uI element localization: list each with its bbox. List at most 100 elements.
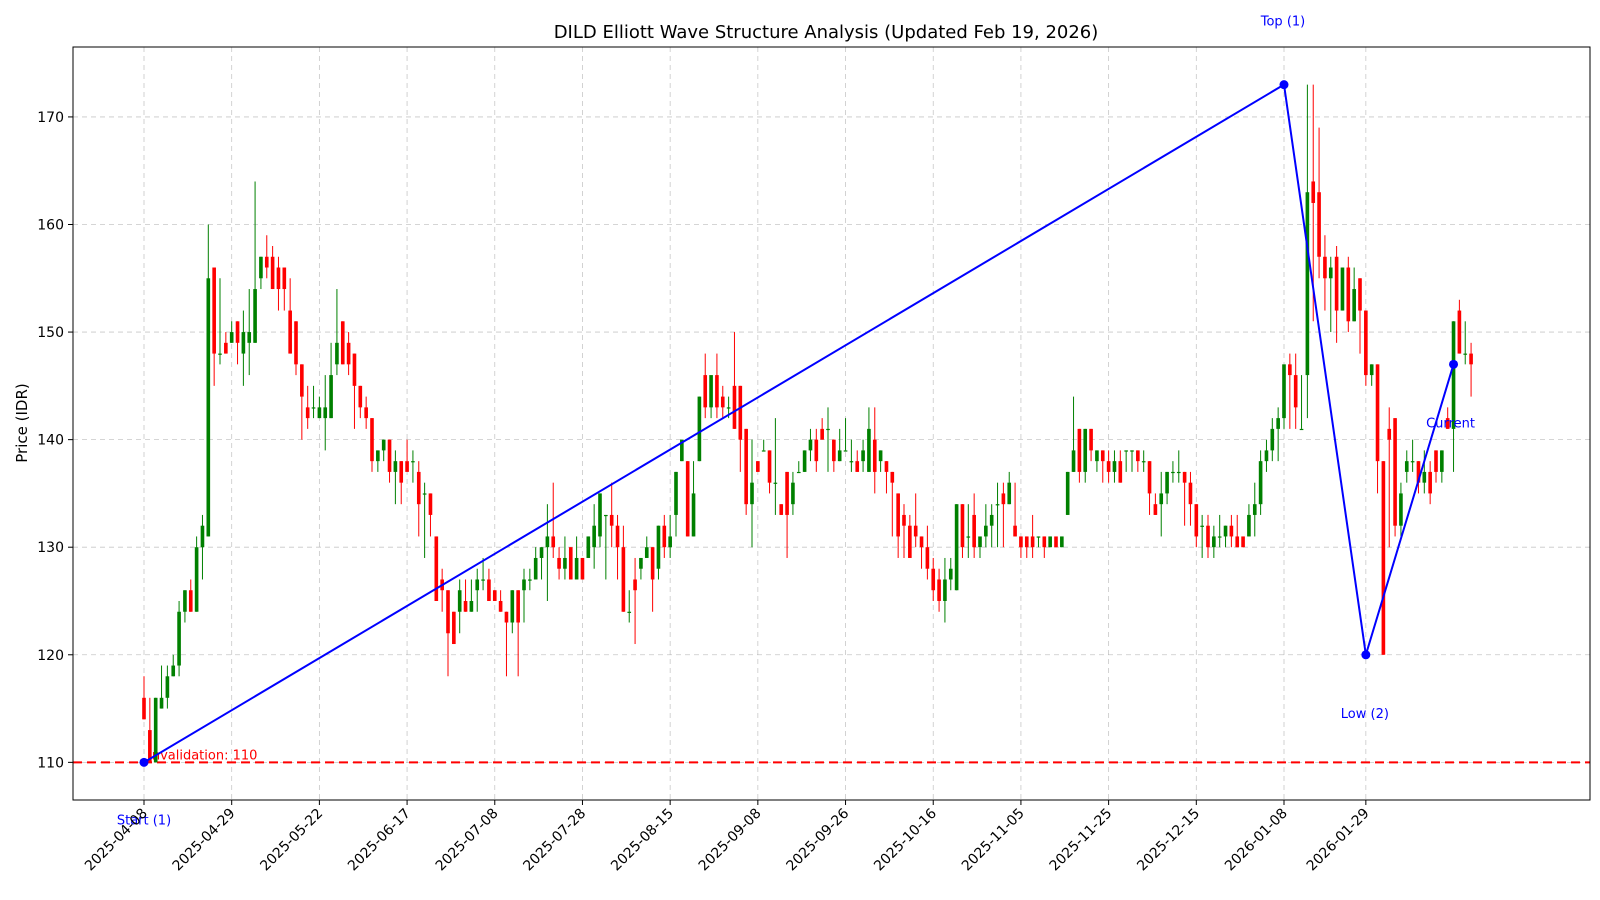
candle-body bbox=[1206, 525, 1210, 548]
candle-body bbox=[340, 321, 345, 365]
candle-body bbox=[1358, 278, 1362, 311]
candle-body bbox=[843, 450, 848, 452]
candle-body bbox=[732, 385, 737, 429]
candle-body bbox=[1451, 321, 1456, 429]
candle-body bbox=[235, 321, 240, 343]
wave-label: Top (1) bbox=[1260, 15, 1305, 30]
candle-body bbox=[510, 590, 515, 623]
candle-body bbox=[551, 536, 556, 548]
candle-body bbox=[627, 611, 632, 613]
candle-body bbox=[960, 504, 965, 548]
candle-body bbox=[761, 450, 766, 452]
candle-body bbox=[908, 525, 912, 558]
candle-body bbox=[434, 536, 439, 601]
candle-body bbox=[598, 493, 602, 537]
candle-body bbox=[165, 676, 170, 698]
candle-body bbox=[1182, 471, 1187, 483]
candle-body bbox=[1457, 310, 1462, 354]
plot-frame bbox=[72, 46, 1591, 801]
candle-body bbox=[352, 353, 357, 386]
elliott-wave-chart: DILD Elliott Wave Structure Analysis (Up… bbox=[13, 15, 1591, 875]
candle-body bbox=[1381, 461, 1386, 655]
candle-body bbox=[1159, 493, 1164, 505]
candle-body bbox=[376, 450, 380, 462]
candle-body bbox=[902, 514, 906, 526]
candle-body bbox=[422, 493, 427, 495]
candle-body bbox=[539, 547, 544, 558]
candle-body bbox=[206, 278, 211, 537]
candle-body bbox=[387, 439, 392, 472]
candle-body bbox=[399, 461, 404, 483]
candle-body bbox=[1130, 450, 1134, 452]
candle-body bbox=[1469, 353, 1473, 365]
candle-body bbox=[1024, 536, 1029, 548]
candle-body bbox=[715, 375, 719, 408]
candle-body bbox=[966, 536, 971, 538]
x-tick-label: 2025-09-26 bbox=[784, 805, 853, 874]
candle-body bbox=[153, 697, 158, 763]
candle-body bbox=[1264, 450, 1269, 462]
candle-body bbox=[1048, 536, 1052, 548]
candle-body bbox=[1100, 450, 1105, 462]
x-tick-label: 2025-11-25 bbox=[1047, 806, 1116, 875]
x-tick-label: 2025-07-28 bbox=[520, 806, 589, 875]
candle-body bbox=[1247, 514, 1251, 537]
candle-body bbox=[639, 557, 643, 569]
candle-body bbox=[253, 289, 257, 343]
candle-body bbox=[545, 536, 550, 548]
candle-body bbox=[498, 600, 503, 612]
candle-body bbox=[820, 428, 824, 440]
x-tick-label: 2025-12-15 bbox=[1134, 806, 1203, 875]
candle-body bbox=[329, 375, 333, 419]
candle-body bbox=[1165, 471, 1169, 494]
candle-body bbox=[264, 256, 269, 268]
candle-body bbox=[1141, 461, 1146, 463]
candle-body bbox=[1229, 525, 1234, 537]
wave-label: Current bbox=[1426, 416, 1475, 431]
x-tick-label: 2025-08-15 bbox=[608, 806, 677, 875]
candle-body bbox=[1171, 471, 1175, 474]
candle-body bbox=[604, 514, 608, 517]
candle-body bbox=[159, 697, 164, 709]
candle-body bbox=[1346, 267, 1351, 322]
candle-body bbox=[300, 364, 304, 397]
candle-body bbox=[224, 342, 228, 354]
wave-point bbox=[139, 757, 149, 767]
candle-body bbox=[528, 579, 532, 581]
candle-body bbox=[142, 697, 146, 720]
candle-body bbox=[750, 482, 754, 505]
candle-body bbox=[1282, 364, 1286, 419]
candle-body bbox=[1089, 428, 1093, 451]
candle-body bbox=[1299, 428, 1304, 431]
chart-title: DILD Elliott Wave Structure Analysis (Up… bbox=[554, 22, 1099, 43]
candle-body bbox=[358, 385, 363, 408]
candle-body bbox=[563, 557, 567, 569]
candle-body bbox=[171, 665, 176, 677]
wave-labels: Start (1)Top (1)Low (2)Current bbox=[117, 15, 1475, 829]
x-tick-label: 2025-06-17 bbox=[345, 806, 414, 875]
y-tick-label: 150 bbox=[37, 325, 64, 341]
x-tick-label: 2025-05-22 bbox=[257, 806, 326, 875]
candle-body bbox=[370, 418, 374, 462]
x-tick-label: 2025-11-05 bbox=[959, 806, 1028, 875]
candle-body bbox=[785, 471, 789, 515]
candle-body bbox=[674, 471, 678, 515]
candle-body bbox=[475, 579, 480, 591]
candle-body bbox=[796, 471, 801, 474]
candle-body bbox=[405, 461, 409, 472]
candle-body bbox=[1042, 536, 1047, 548]
candle-body bbox=[580, 557, 585, 580]
candle-body bbox=[241, 332, 246, 354]
candle-body bbox=[276, 267, 281, 290]
candle-body bbox=[218, 353, 222, 355]
candlesticks bbox=[142, 84, 1473, 763]
candle-body bbox=[937, 579, 941, 601]
candle-body bbox=[457, 590, 462, 612]
x-tick-label: 2025-10-16 bbox=[871, 805, 940, 874]
candle-body bbox=[1112, 461, 1117, 472]
candle-body bbox=[194, 547, 199, 612]
candle-body bbox=[200, 525, 205, 548]
candle-body bbox=[533, 557, 538, 580]
candle-body bbox=[802, 450, 807, 472]
candle-body bbox=[609, 514, 614, 526]
